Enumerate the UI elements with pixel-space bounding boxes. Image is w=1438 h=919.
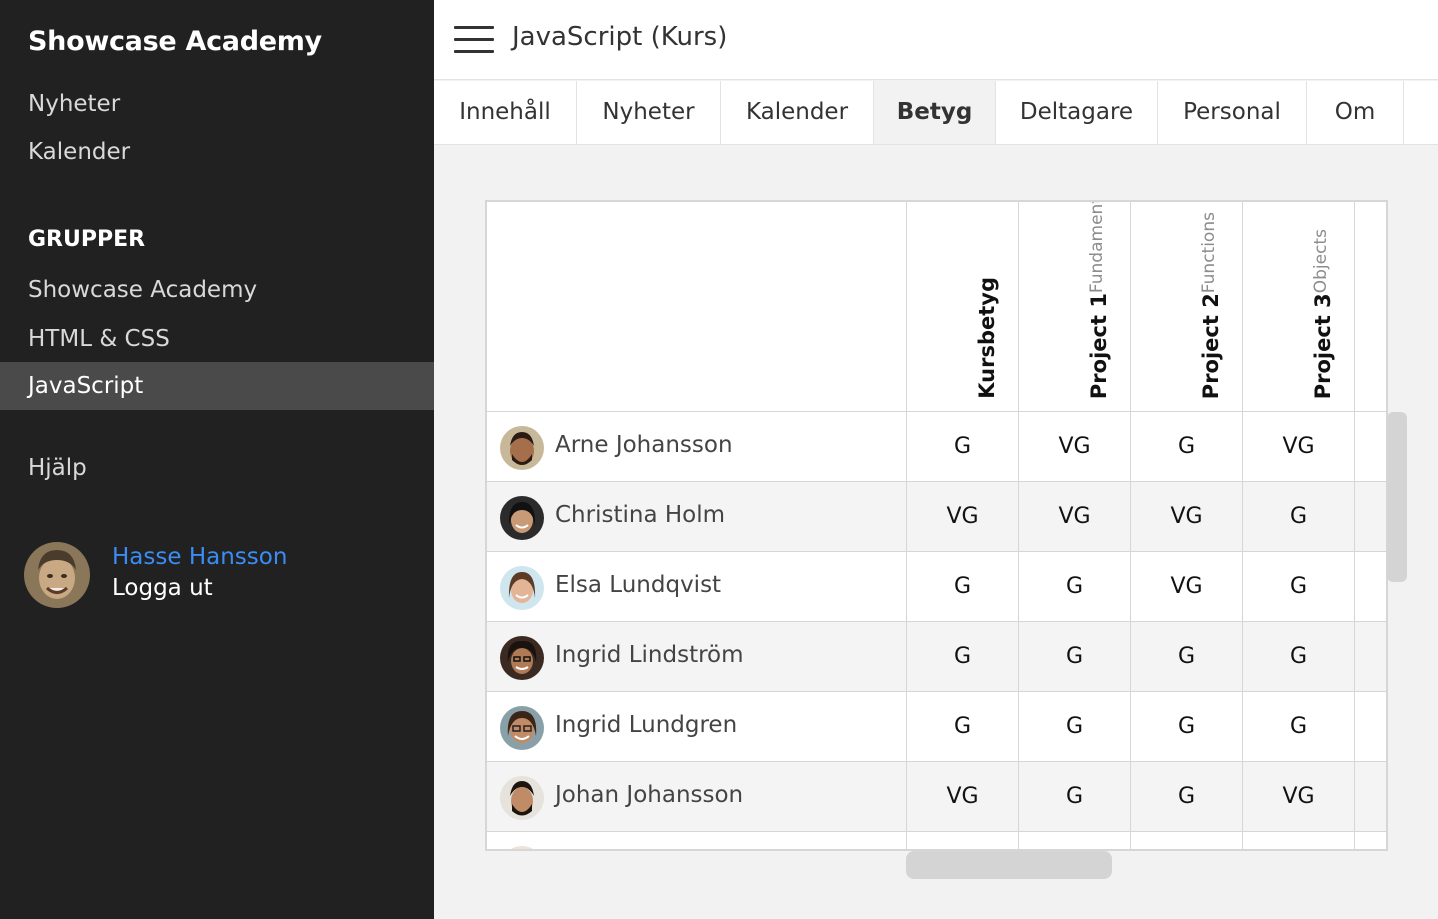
grade-cell[interactable]	[907, 832, 1019, 851]
table-row: Johan Johansson VG G G VG	[487, 762, 1388, 832]
grade-cell[interactable]: VG	[1243, 412, 1355, 482]
grade-cell[interactable]: VG	[907, 762, 1019, 832]
name-column-header	[487, 202, 907, 412]
column-subtitle: Fundamentals	[1087, 200, 1111, 293]
grade-cell[interactable]	[1019, 832, 1131, 851]
table-row: Elsa Lundqvist G G VG G	[487, 552, 1388, 622]
sidebar-item-html-css[interactable]: HTML & CSS	[0, 315, 434, 363]
table-row: Christina Holm VG VG VG G	[487, 482, 1388, 552]
user-avatar[interactable]	[24, 542, 90, 608]
student-avatar	[500, 846, 544, 851]
vertical-scrollbar[interactable]	[1387, 412, 1407, 582]
grade-cell[interactable]: G	[1243, 552, 1355, 622]
column-header-project-3[interactable]: ObjectsProject 3	[1243, 202, 1355, 412]
student-name: Ingrid Lundgren	[555, 712, 737, 738]
table-row	[487, 832, 1388, 851]
column-header-project-1[interactable]: FundamentalsProject 1	[1019, 202, 1131, 412]
tab-innehall[interactable]: Innehåll	[434, 81, 577, 144]
grade-cell[interactable]: VG	[1131, 552, 1243, 622]
column-header-extra	[1355, 202, 1388, 412]
grade-cell[interactable]: G	[1019, 552, 1131, 622]
grade-cell[interactable]: VG	[907, 482, 1019, 552]
grade-cell[interactable]: VG	[1019, 482, 1131, 552]
tab-deltagare[interactable]: Deltagare	[996, 81, 1158, 144]
grade-cell[interactable]	[1243, 832, 1355, 851]
column-header-project-2[interactable]: FunctionsProject 2	[1131, 202, 1243, 412]
student-avatar	[500, 776, 544, 820]
student-name: Johan Johansson	[555, 782, 743, 808]
student-avatar	[500, 636, 544, 680]
horizontal-scrollbar[interactable]	[906, 851, 1112, 879]
student-cell[interactable]: Ingrid Lundgren	[487, 692, 907, 762]
student-avatar	[500, 566, 544, 610]
tab-kalender[interactable]: Kalender	[721, 81, 874, 144]
grade-cell[interactable]: G	[1131, 692, 1243, 762]
top-header: JavaScript (Kurs)	[434, 0, 1438, 80]
brand-title[interactable]: Showcase Academy	[28, 26, 322, 57]
sidebar-item-help[interactable]: Hjälp	[0, 444, 434, 492]
student-name: Elsa Lundqvist	[555, 572, 721, 598]
student-cell[interactable]	[487, 832, 907, 851]
student-avatar	[500, 426, 544, 470]
grade-cell[interactable]: G	[907, 552, 1019, 622]
column-title: Kursbetyg	[975, 277, 999, 399]
column-header-kursbetyg[interactable]: Kursbetyg	[907, 202, 1019, 412]
grade-cell[interactable]: G	[1131, 412, 1243, 482]
student-cell[interactable]: Christina Holm	[487, 482, 907, 552]
column-subtitle: Objects	[1311, 229, 1335, 293]
student-name: Arne Johansson	[555, 432, 733, 458]
grade-cell[interactable]: G	[1243, 622, 1355, 692]
tab-betyg[interactable]: Betyg	[874, 81, 996, 144]
sidebar-item-kalender[interactable]: Kalender	[0, 128, 434, 176]
logout-link[interactable]: Logga ut	[112, 575, 213, 601]
column-title: Project 1	[1087, 293, 1111, 399]
grade-cell[interactable]: G	[1019, 692, 1131, 762]
sidebar: Showcase Academy Nyheter Kalender GRUPPE…	[0, 0, 434, 919]
grade-cell[interactable]: G	[1131, 622, 1243, 692]
column-subtitle: Functions	[1199, 212, 1223, 293]
table-row: Ingrid Lindström G G G G	[487, 622, 1388, 692]
student-cell[interactable]: Elsa Lundqvist	[487, 552, 907, 622]
grade-cell[interactable]: VG	[1019, 412, 1131, 482]
grade-cell[interactable]: G	[907, 412, 1019, 482]
student-cell[interactable]: Arne Johansson	[487, 412, 907, 482]
grade-cell[interactable]: VG	[1131, 482, 1243, 552]
tab-nyheter[interactable]: Nyheter	[577, 81, 721, 144]
sidebar-item-showcase-academy[interactable]: Showcase Academy	[0, 266, 434, 314]
student-name: Christina Holm	[555, 502, 725, 528]
grade-cell[interactable]	[1131, 832, 1243, 851]
table-row: Ingrid Lundgren G G G G	[487, 692, 1388, 762]
tab-om[interactable]: Om	[1307, 81, 1404, 144]
student-cell[interactable]: Ingrid Lindström	[487, 622, 907, 692]
grade-cell[interactable]: G	[1019, 622, 1131, 692]
grades-table: Kursbetyg FundamentalsProject 1 Function…	[485, 200, 1388, 851]
page-title: JavaScript (Kurs)	[512, 22, 727, 52]
grade-cell[interactable]: G	[1243, 482, 1355, 552]
column-title: Project 2	[1199, 293, 1223, 399]
sidebar-item-javascript[interactable]: JavaScript	[0, 362, 434, 410]
groups-heading: GRUPPER	[28, 227, 145, 252]
grade-cell[interactable]: G	[1131, 762, 1243, 832]
hamburger-menu-icon[interactable]	[454, 26, 494, 54]
grade-cell[interactable]: G	[907, 692, 1019, 762]
column-title: Project 3	[1311, 293, 1335, 399]
student-avatar	[500, 706, 544, 750]
sidebar-item-nyheter[interactable]: Nyheter	[0, 80, 434, 128]
grade-cell[interactable]: G	[1019, 762, 1131, 832]
grade-cell[interactable]: VG	[1243, 762, 1355, 832]
student-avatar	[500, 496, 544, 540]
course-tabs: Innehåll Nyheter Kalender Betyg Deltagar…	[434, 81, 1438, 145]
grade-cell[interactable]: G	[1243, 692, 1355, 762]
user-name-link[interactable]: Hasse Hansson	[112, 544, 287, 570]
student-name: Ingrid Lindström	[555, 642, 744, 668]
grade-cell[interactable]: G	[907, 622, 1019, 692]
tab-personal[interactable]: Personal	[1158, 81, 1307, 144]
table-row: Arne Johansson G VG G VG	[487, 412, 1388, 482]
student-cell[interactable]: Johan Johansson	[487, 762, 907, 832]
